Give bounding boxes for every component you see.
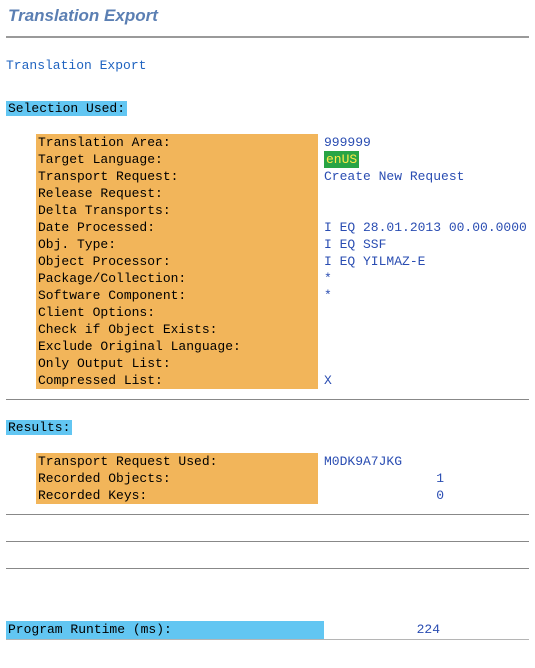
label-translation-area: Translation Area: [36, 134, 318, 151]
value-recorded-keys: 0 [318, 487, 448, 504]
value-translation-area: 999999 [318, 134, 375, 151]
value-obj-type: I EQ SSF [318, 236, 390, 253]
row-date-processed: Date Processed: I EQ 28.01.2013 00.00.00… [0, 219, 535, 236]
row-delta-transports: Delta Transports: [0, 202, 535, 219]
value-delta-transports [318, 202, 328, 219]
value-recorded-objects: 1 [318, 470, 448, 487]
value-client-options [318, 304, 328, 321]
value-compressed-list: X [318, 372, 336, 389]
label-transport-request: Transport Request: [36, 168, 318, 185]
value-package-collection: * [318, 270, 336, 287]
value-program-runtime: 224 [324, 621, 444, 639]
value-target-language: enUS [324, 151, 359, 168]
row-target-language: Target Language: enUS [0, 151, 535, 168]
label-date-processed: Date Processed: [36, 219, 318, 236]
row-obj-type: Obj. Type: I EQ SSF [0, 236, 535, 253]
value-transport-request: Create New Request [318, 168, 468, 185]
value-transport-request-used: M0DK9A7JKG [318, 453, 406, 470]
label-delta-transports: Delta Transports: [36, 202, 318, 219]
row-transport-request-used: Transport Request Used: M0DK9A7JKG [0, 453, 535, 470]
row-compressed-list: Compressed List: X [0, 372, 535, 389]
value-exclude-original-language [318, 338, 328, 355]
divider [6, 639, 529, 640]
section-heading-results: Results: [6, 420, 72, 435]
label-obj-type: Obj. Type: [36, 236, 318, 253]
section-heading-selection: Selection Used: [6, 101, 127, 116]
divider [6, 514, 529, 515]
label-recorded-keys: Recorded Keys: [36, 487, 318, 504]
row-package-collection: Package/Collection: * [0, 270, 535, 287]
divider [6, 541, 529, 542]
row-recorded-objects: Recorded Objects: 1 [0, 470, 535, 487]
row-recorded-keys: Recorded Keys: 0 [0, 487, 535, 504]
value-object-processor: I EQ YILMAZ-E [318, 253, 429, 270]
label-transport-request-used: Transport Request Used: [36, 453, 318, 470]
label-object-processor: Object Processor: [36, 253, 318, 270]
value-date-processed: I EQ 28.01.2013 00.00.0000 [318, 219, 531, 236]
value-software-component: * [318, 287, 336, 304]
label-check-object-exists: Check if Object Exists: [36, 321, 318, 338]
row-release-request: Release Request: [0, 185, 535, 202]
label-package-collection: Package/Collection: [36, 270, 318, 287]
divider [6, 568, 529, 569]
row-exclude-original-language: Exclude Original Language: [0, 338, 535, 355]
row-translation-area: Translation Area: 999999 [0, 134, 535, 151]
label-target-language: Target Language: [36, 151, 318, 168]
row-program-runtime: Program Runtime (ms): 224 [6, 621, 535, 639]
value-only-output-list [318, 355, 328, 372]
row-only-output-list: Only Output List: [0, 355, 535, 372]
page-title: Translation Export [0, 0, 535, 36]
row-check-object-exists: Check if Object Exists: [0, 321, 535, 338]
label-recorded-objects: Recorded Objects: [36, 470, 318, 487]
label-software-component: Software Component: [36, 287, 318, 304]
divider [6, 399, 529, 400]
row-transport-request: Transport Request: Create New Request [0, 168, 535, 185]
row-object-processor: Object Processor: I EQ YILMAZ-E [0, 253, 535, 270]
label-client-options: Client Options: [36, 304, 318, 321]
label-program-runtime: Program Runtime (ms): [6, 621, 324, 639]
label-compressed-list: Compressed List: [36, 372, 318, 389]
value-release-request [318, 185, 328, 202]
row-software-component: Software Component: * [0, 287, 535, 304]
row-client-options: Client Options: [0, 304, 535, 321]
label-exclude-original-language: Exclude Original Language: [36, 338, 318, 355]
label-release-request: Release Request: [36, 185, 318, 202]
sub-heading: Translation Export [0, 38, 535, 73]
value-check-object-exists [318, 321, 328, 338]
label-only-output-list: Only Output List: [36, 355, 318, 372]
